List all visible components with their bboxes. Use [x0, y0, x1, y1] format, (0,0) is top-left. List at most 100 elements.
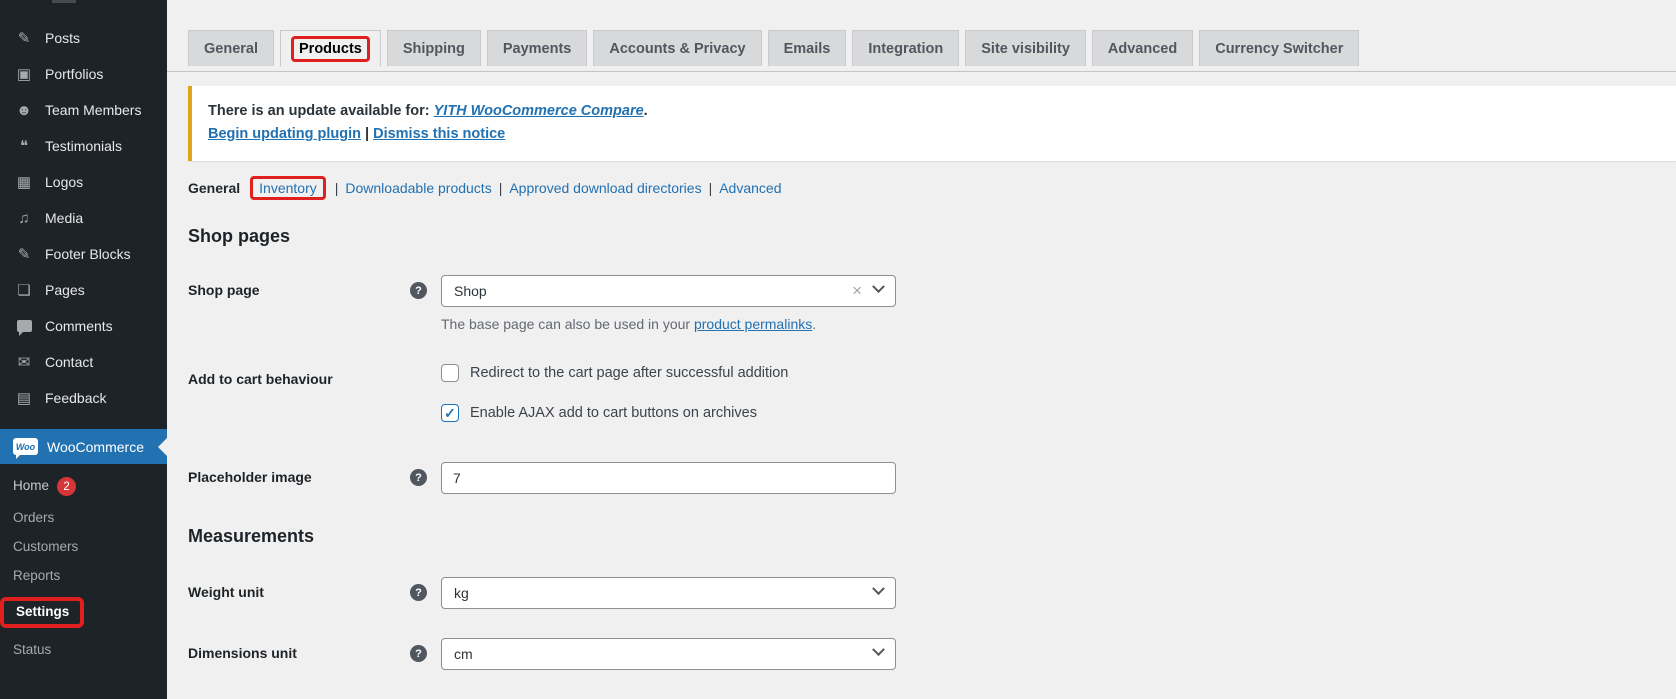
- sidebar-item-label: Feedback: [45, 390, 107, 406]
- sidebar-item-footer-blocks[interactable]: ✎ Footer Blocks: [0, 236, 167, 272]
- woocommerce-logo-icon: Woo: [13, 438, 38, 459]
- add-to-cart-options: Redirect to the cart page after successf…: [436, 364, 1676, 444]
- checkbox-label: Enable AJAX add to cart buttons on archi…: [470, 405, 757, 421]
- quote-icon: ❝: [19, 138, 29, 155]
- dimensions-unit-select[interactable]: cm: [441, 638, 896, 670]
- sidebar-item-logos[interactable]: ▦ Logos: [0, 164, 167, 200]
- shop-page-control: Shop × The base page can also be used in…: [436, 275, 1676, 332]
- help-icon[interactable]: ?: [410, 584, 427, 601]
- dimensions-unit-select-value: cm: [454, 646, 473, 662]
- placeholder-image-input[interactable]: [441, 462, 896, 494]
- tab-shipping[interactable]: Shipping: [386, 30, 481, 66]
- dimensions-unit-control: cm: [436, 638, 1676, 670]
- help-icon[interactable]: ?: [410, 282, 427, 299]
- plugin-update-link[interactable]: YITH WooCommerce Compare: [434, 103, 644, 119]
- notice-separator: |: [365, 126, 370, 142]
- tabs-divider: [167, 71, 1676, 72]
- annotation-red-box: Settings: [0, 597, 85, 628]
- submenu-item-label: Home: [13, 478, 50, 494]
- tab-payments[interactable]: Payments: [486, 30, 588, 66]
- weight-unit-select[interactable]: kg: [441, 577, 896, 609]
- subnav-link-approved-download-directories[interactable]: Approved download directories: [509, 180, 701, 196]
- sidebar-item-comments[interactable]: Comments: [0, 308, 167, 344]
- tab-products[interactable]: Products: [280, 30, 381, 66]
- help-icon[interactable]: ?: [410, 469, 427, 486]
- tab-advanced[interactable]: Advanced: [1091, 30, 1194, 66]
- sidebar-item-testimonials[interactable]: ❝ Testimonials: [0, 128, 167, 164]
- annotation-red-box: Products: [291, 35, 370, 62]
- submenu-item-customers[interactable]: Customers: [0, 532, 167, 561]
- dismiss-notice-link[interactable]: Dismiss this notice: [373, 126, 505, 142]
- notice-actions: Begin updating plugin | Dismiss this notic…: [208, 126, 1660, 142]
- notice-text-after: .: [643, 103, 648, 119]
- section-title-shop-pages: Shop pages: [188, 226, 291, 246]
- dimensions-unit-row: Dimensions unit ? cm: [188, 638, 1676, 670]
- products-subnav: General Inventory | Downloadable product…: [188, 176, 1676, 200]
- notice-text: There is an update available for: YITH W…: [208, 103, 1660, 119]
- tab-emails[interactable]: Emails: [767, 30, 847, 66]
- form-icon: ▤: [16, 390, 32, 407]
- sidebar-item-label: Footer Blocks: [45, 246, 131, 262]
- add-to-cart-label: Add to cart behaviour: [188, 371, 333, 387]
- sidebar-item-label: Team Members: [45, 102, 142, 118]
- helper-text-before: The base page can also be used in your: [441, 316, 694, 332]
- redirect-to-cart-checkbox[interactable]: [441, 364, 459, 382]
- submenu-item-status[interactable]: Status: [0, 635, 167, 664]
- begin-updating-plugin-link[interactable]: Begin updating plugin: [208, 126, 361, 142]
- shop-page-select[interactable]: Shop ×: [441, 275, 896, 307]
- placeholder-image-control: [436, 462, 1676, 494]
- sidebar-item-pages[interactable]: ❏ Pages: [0, 272, 167, 308]
- settings-tabs: General Products Shipping Payments Accou…: [167, 0, 1676, 66]
- weight-unit-row: Weight unit ? kg: [188, 577, 1676, 609]
- shop-page-select-value: Shop: [454, 283, 487, 299]
- help-icon[interactable]: ?: [410, 645, 427, 662]
- weight-unit-control: kg: [436, 577, 1676, 609]
- submenu-item-reports[interactable]: Reports: [0, 561, 167, 590]
- image-icon: ▣: [16, 66, 32, 83]
- weight-unit-label: Weight unit: [188, 584, 264, 600]
- sidebar-item-woocommerce[interactable]: Woo WooCommerce: [0, 429, 167, 464]
- subnav-link-inventory[interactable]: Inventory: [259, 180, 317, 196]
- admin-menu: ✎ Posts ▣ Portfolios ☻ Team Members ❝ Te…: [0, 0, 167, 664]
- people-icon: ☻: [16, 101, 32, 119]
- product-permalinks-link[interactable]: product permalinks: [694, 316, 812, 332]
- sidebar-item-team-members[interactable]: ☻ Team Members: [0, 92, 167, 128]
- tab-currency-switcher[interactable]: Currency Switcher: [1199, 30, 1360, 66]
- sidebar-item-feedback[interactable]: ▤ Feedback: [0, 380, 167, 416]
- enable-ajax-checkbox[interactable]: ✓: [441, 404, 459, 422]
- submenu-item-settings[interactable]: Settings: [0, 590, 167, 635]
- subnav-current-general[interactable]: General: [188, 180, 240, 196]
- sidebar-item-label: Testimonials: [45, 138, 123, 154]
- helper-text-after: .: [812, 316, 817, 332]
- shop-page-row: Shop page ? Shop × The base page can als…: [188, 275, 1676, 332]
- sidebar-item-label: Comments: [45, 318, 113, 334]
- tab-general[interactable]: General: [188, 30, 274, 66]
- comment-icon: [17, 320, 32, 336]
- subnav-link-advanced[interactable]: Advanced: [719, 180, 781, 196]
- submenu-item-orders[interactable]: Orders: [0, 503, 167, 532]
- sidebar-item-media[interactable]: ♫ Media: [0, 200, 167, 236]
- chevron-down-icon: [872, 280, 885, 294]
- tab-site-visibility[interactable]: Site visibility: [965, 30, 1086, 66]
- tab-integration[interactable]: Integration: [852, 30, 960, 66]
- notice-text-before: There is an update available for:: [208, 103, 434, 119]
- shop-page-helper-text: The base page can also be used in your p…: [441, 316, 1676, 332]
- sidebar-item-portfolios[interactable]: ▣ Portfolios: [0, 56, 167, 92]
- clear-icon[interactable]: ×: [852, 281, 862, 301]
- chevron-down-icon: [872, 582, 885, 596]
- subnav-link-downloadable-products[interactable]: Downloadable products: [345, 180, 491, 196]
- annotation-red-box: Inventory: [250, 176, 326, 200]
- tab-accounts-privacy[interactable]: Accounts & Privacy: [593, 30, 762, 66]
- pages-icon: ❏: [17, 282, 31, 299]
- media-icon: ♫: [18, 209, 30, 227]
- sidebar-item-label: Logos: [45, 174, 84, 190]
- shop-page-label: Shop page: [188, 282, 260, 298]
- sidebar-item-contact[interactable]: ✉ Contact: [0, 344, 167, 380]
- subnav-separator: |: [708, 180, 713, 196]
- sidebar-item-posts[interactable]: ✎ Posts: [0, 20, 167, 56]
- envelope-icon: ✉: [17, 354, 31, 371]
- update-notice: There is an update available for: YITH W…: [188, 86, 1676, 161]
- submenu-item-home[interactable]: Home 2: [0, 470, 167, 503]
- pushpin-icon: ✎: [17, 246, 31, 263]
- sidebar-item-label: Media: [45, 210, 84, 226]
